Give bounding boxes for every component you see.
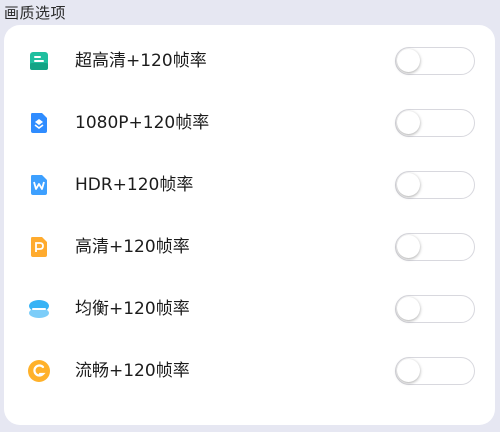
ultra-hd-icon	[27, 49, 51, 73]
option-label: 高清+120帧率	[75, 237, 190, 257]
toggle-knob	[397, 235, 420, 258]
quality-options-card: 超高清+120帧率 1080P+120帧率 HDR+120帧率 高清+120帧率…	[4, 25, 495, 425]
balanced-icon	[27, 297, 51, 321]
1080p-toggle[interactable]	[395, 109, 475, 137]
option-row-balanced[interactable]: 均衡+120帧率	[4, 278, 495, 340]
option-label: 超高清+120帧率	[75, 51, 207, 71]
hdr-icon	[27, 173, 51, 197]
smooth-icon	[27, 359, 51, 383]
hdr-toggle[interactable]	[395, 171, 475, 199]
toggle-knob	[397, 49, 420, 72]
toggle-knob	[397, 359, 420, 382]
option-label: 均衡+120帧率	[75, 299, 190, 319]
hd-toggle[interactable]	[395, 233, 475, 261]
option-row-1080p[interactable]: 1080P+120帧率	[4, 92, 495, 154]
option-label: HDR+120帧率	[75, 175, 194, 195]
toggle-knob	[397, 111, 420, 134]
ultra-hd-toggle[interactable]	[395, 47, 475, 75]
balanced-toggle[interactable]	[395, 295, 475, 323]
toggle-knob	[397, 173, 420, 196]
option-row-smooth[interactable]: 流畅+120帧率	[4, 340, 495, 402]
option-label: 流畅+120帧率	[75, 361, 190, 381]
section-title: 画质选项	[4, 4, 67, 22]
toggle-knob	[397, 297, 420, 320]
1080p-icon	[27, 111, 51, 135]
option-row-ultra-hd[interactable]: 超高清+120帧率	[4, 30, 495, 92]
option-row-hdr[interactable]: HDR+120帧率	[4, 154, 495, 216]
option-row-hd[interactable]: 高清+120帧率	[4, 216, 495, 278]
option-label: 1080P+120帧率	[75, 113, 210, 133]
hd-icon	[27, 235, 51, 259]
smooth-toggle[interactable]	[395, 357, 475, 385]
